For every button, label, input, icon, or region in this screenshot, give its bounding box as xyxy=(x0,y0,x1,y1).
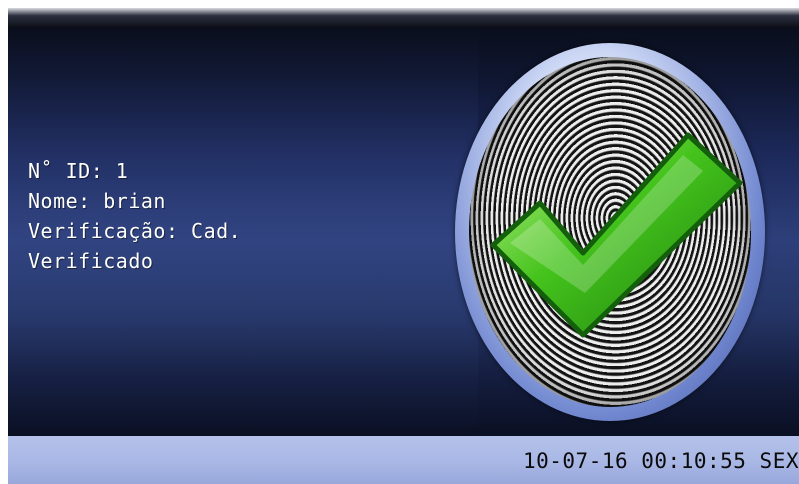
top-bar xyxy=(8,8,799,30)
datetime-label: 10-07-16 00:10:55 SEX xyxy=(522,449,799,473)
checkmark-icon xyxy=(490,132,743,338)
verification-screen: N˚ ID: 1 Nome: brian Verificação: Cad. V… xyxy=(0,0,799,484)
user-name-label: Nome: brian xyxy=(28,189,166,213)
status-bar: 10-07-16 00:10:55 SEX xyxy=(8,436,799,484)
user-info: N˚ ID: 1 Nome: brian Verificação: Cad. V… xyxy=(28,156,241,276)
verification-result-label: Verificado xyxy=(28,249,154,273)
verification-method-label: Verificação: Cad. xyxy=(28,219,242,243)
user-id-label: N˚ ID: 1 xyxy=(28,159,129,183)
